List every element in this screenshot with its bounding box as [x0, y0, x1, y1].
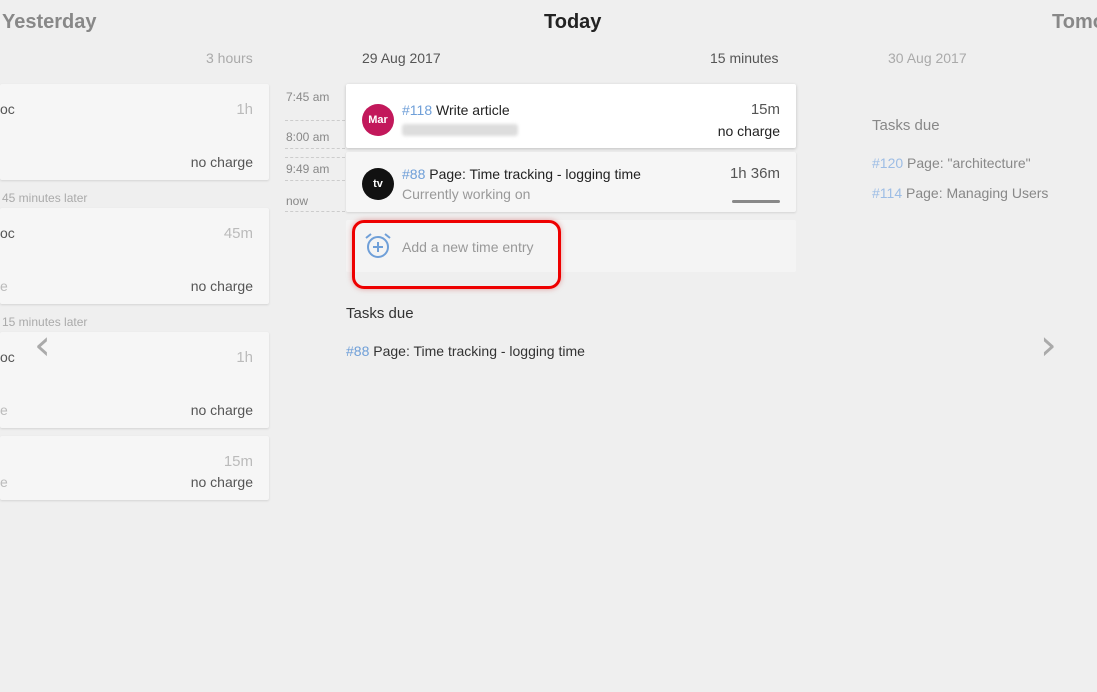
- today-entry[interactable]: Mar #118 Write article 15m no charge: [346, 84, 796, 148]
- yesterday-title: Yesterday: [2, 11, 97, 33]
- timeline-time: now: [286, 194, 309, 208]
- yesterday-entry[interactable]: oc 1h no charge: [0, 84, 269, 180]
- entry-status: Currently working on: [402, 186, 531, 202]
- entry-title: oc: [0, 225, 15, 241]
- task-due-item[interactable]: #120 Page: "architecture": [872, 155, 1031, 171]
- entry-duration: 15m: [750, 101, 780, 118]
- timeline-divider: [285, 120, 345, 121]
- task-id-link[interactable]: #88: [402, 166, 425, 182]
- highlight-annotation: [352, 220, 561, 289]
- today-entry-active[interactable]: tv #88 Page: Time tracking - logging tim…: [346, 152, 796, 212]
- chevron-right-icon[interactable]: ›: [1040, 320, 1057, 369]
- timeline-divider: [285, 148, 345, 149]
- entry-subtitle: e: [0, 402, 8, 418]
- entry-title: oc: [0, 349, 15, 365]
- timeline-divider: [285, 157, 345, 158]
- tasks-due-heading: Tasks due: [872, 117, 940, 134]
- entry-title: Write article: [436, 102, 510, 118]
- task-id-link[interactable]: #120: [872, 155, 903, 171]
- gap-label: 45 minutes later: [2, 191, 88, 205]
- task-id-link[interactable]: #88: [346, 343, 369, 359]
- timeline-divider: [285, 211, 345, 212]
- progress-bar: [732, 200, 780, 203]
- yesterday-entry[interactable]: 15m e no charge: [0, 436, 269, 500]
- entry-charge: no charge: [190, 474, 253, 490]
- blurred-client: [402, 124, 518, 136]
- task-title: Page: Time tracking - logging time: [373, 343, 585, 359]
- yesterday-entry[interactable]: oc 45m e no charge: [0, 208, 269, 304]
- entry-title-line: #118 Write article: [402, 102, 510, 118]
- entry-title: oc: [0, 101, 15, 117]
- task-title: Page: "architecture": [907, 155, 1031, 171]
- today-date: 29 Aug 2017: [362, 50, 441, 66]
- today-title: Today: [544, 11, 602, 33]
- task-id-link[interactable]: #114: [872, 185, 902, 201]
- entry-charge: no charge: [190, 154, 253, 170]
- task-title: Page: Managing Users: [906, 185, 1049, 201]
- entry-duration: 15m: [223, 453, 253, 470]
- today-summary: 15 minutes: [710, 50, 779, 66]
- timeline-divider: [285, 180, 345, 181]
- timeline-time: 7:45 am: [286, 90, 330, 104]
- tomorrow-title: Tomo: [1052, 11, 1097, 33]
- entry-charge: no charge: [717, 123, 780, 139]
- yesterday-summary: 3 hours: [206, 50, 253, 66]
- tasks-due-heading: Tasks due: [346, 305, 414, 322]
- avatar: tv: [362, 168, 394, 200]
- tomorrow-date: 30 Aug 2017: [888, 50, 967, 66]
- entry-charge: no charge: [190, 278, 253, 294]
- entry-duration: 1h 36m: [729, 165, 780, 182]
- task-due-item[interactable]: #114 Page: Managing Users: [872, 185, 1048, 201]
- task-id-link[interactable]: #118: [402, 102, 432, 118]
- avatar: Mar: [362, 104, 394, 136]
- timeline-time: 9:49 am: [286, 162, 330, 176]
- entry-duration: 45m: [223, 225, 253, 242]
- entry-subtitle: e: [0, 474, 8, 490]
- chevron-left-icon[interactable]: ‹: [34, 320, 51, 369]
- task-due-item[interactable]: #88 Page: Time tracking - logging time: [346, 343, 585, 359]
- entry-title: Page: Time tracking - logging time: [429, 166, 641, 182]
- entry-title-line: #88 Page: Time tracking - logging time: [402, 166, 641, 182]
- timeline-time: 8:00 am: [286, 130, 330, 144]
- entry-duration: 1h: [236, 101, 253, 118]
- entry-subtitle: e: [0, 278, 8, 294]
- entry-charge: no charge: [190, 402, 253, 418]
- entry-duration: 1h: [236, 349, 253, 366]
